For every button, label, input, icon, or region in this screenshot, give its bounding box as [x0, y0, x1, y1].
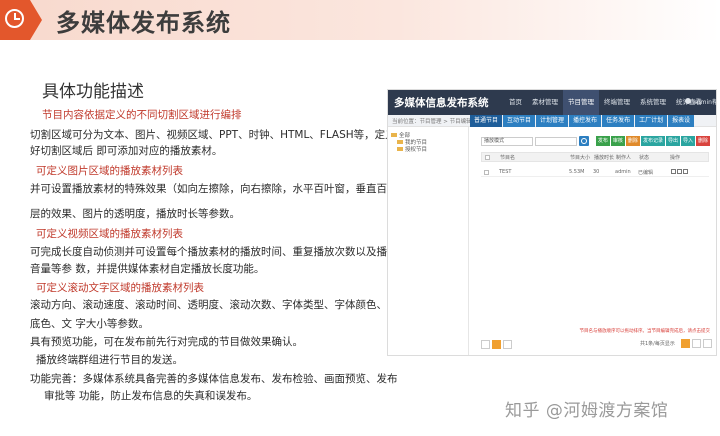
panel-divider: [468, 127, 469, 355]
feature-text: 具有预览功能，可在发布前先行对完成的节目做效果确认。: [30, 336, 303, 348]
pager-info: 共1条/每页显示: [640, 341, 675, 347]
feature-text: 可完成长度自动侦测并可设置每个播放素材的播放时间、重复播放次数以及播放的: [30, 246, 408, 258]
user-name: admin: [693, 99, 712, 106]
delete-button[interactable]: 删除: [625, 136, 640, 146]
feature-heading: 可定义滚动文字区域的播放素材列表: [36, 282, 204, 294]
publish-button[interactable]: 发布: [595, 136, 610, 146]
cell-duration: 30: [593, 169, 600, 175]
select-all-checkbox[interactable]: [485, 155, 490, 160]
page-title: 多媒体发布系统: [56, 9, 231, 37]
import-button[interactable]: 导入: [680, 136, 695, 146]
remove-button[interactable]: 删除: [695, 136, 710, 146]
header-logo-tab: [0, 0, 42, 40]
page-size-button[interactable]: [703, 339, 712, 348]
col-duration: 播放时长: [594, 155, 615, 161]
app-name: 多媒体信息发布系统: [394, 97, 489, 109]
program-tabs: 普通节目 互动节目 计划管理 播控发布 任务发布 工厂计划 报表设: [470, 115, 695, 127]
prev-page-button[interactable]: [481, 340, 490, 349]
user-menu[interactable]: admin: [685, 98, 712, 106]
feature-text: 滚动方向、滚动速度、滚动时间、透明度、滚动次数、字体类型、字体颜色、字幕: [30, 299, 408, 311]
pager-left: [481, 340, 514, 349]
feature-text: 播放终端群组进行节目的发送。: [36, 354, 183, 366]
feature-text: 底色、文 字大小等参数。: [30, 318, 149, 330]
feature-text: 审批等 功能，防止发布信息的失真和误发布。: [44, 390, 258, 402]
clock-icon: [5, 9, 24, 28]
feature-text: 功能完善：多媒体系统具备完善的多媒体信息发布、发布检验、画面预览、发布: [30, 373, 398, 385]
review-button[interactable]: 审核: [610, 136, 625, 146]
menu-item-system[interactable]: 系统管理: [635, 90, 671, 115]
tab-report[interactable]: 报表设: [668, 115, 695, 127]
app-screenshot: 多媒体信息发布系统 首页 素材管理 节目管理 终端管理 系统管理 统计查看 帮助…: [387, 89, 717, 356]
col-size: 节目大小: [570, 155, 591, 161]
tree-item-all[interactable]: 全部: [391, 133, 467, 140]
search-button[interactable]: [579, 136, 589, 146]
tab-normal-program[interactable]: 普通节目: [470, 115, 503, 127]
tab-factory-plan[interactable]: 工厂计划: [635, 115, 668, 127]
feature-text: 切割区域可分为文本、图片、视频区域、PPT、时钟、HTML、FLASH等，定义: [30, 129, 396, 141]
tree-item-mine[interactable]: 我的节目: [391, 140, 467, 147]
folder-icon: [391, 133, 397, 137]
program-tree: 全部 我的节目 授权节目: [391, 133, 467, 154]
col-actions: 操作: [670, 155, 681, 161]
page-size-button[interactable]: [692, 339, 701, 348]
folder-icon: [397, 147, 403, 151]
edit-icon[interactable]: [671, 169, 676, 174]
col-author: 制作人: [616, 155, 632, 161]
tree-item-authorized[interactable]: 授权节目: [391, 147, 467, 154]
cell-status: 已编辑: [638, 170, 654, 176]
feature-text: 并可设置播放素材的特殊效果（如向左擦除，向右擦除，水平百叶窗，垂直百叶窗等），图: [30, 183, 445, 195]
tab-plan[interactable]: 计划管理: [536, 115, 569, 127]
menu-item-home[interactable]: 首页: [504, 90, 527, 115]
grid-header: 节目名 节目大小 播放时长 制作人 状态 操作: [481, 152, 709, 162]
tab-broadcast-publish[interactable]: 播控发布: [569, 115, 602, 127]
user-icon: [685, 98, 692, 104]
search-input[interactable]: [535, 137, 577, 146]
col-status: 状态: [639, 155, 650, 161]
current-page-button[interactable]: [492, 340, 501, 349]
cell-size: 5.53M: [569, 169, 585, 175]
table-row[interactable]: TEST 5.53M 30 admin 已编辑: [481, 168, 709, 177]
watermark: 知乎 @河姆渡方案馆: [505, 401, 669, 421]
feature-heading: 节目内容依据定义的不同切割区域进行编排: [42, 109, 242, 121]
next-page-button[interactable]: [503, 340, 512, 349]
delete-icon[interactable]: [683, 169, 688, 174]
breadcrumb: 当前位置：节目管理 > 节目编辑: [392, 119, 472, 125]
page-size-button[interactable]: [681, 339, 690, 348]
feature-heading: 可定义视频区域的播放素材列表: [36, 228, 183, 240]
mode-select[interactable]: 播放模式: [481, 137, 533, 146]
row-action-icons: [671, 169, 689, 174]
col-name: 节目名: [500, 155, 516, 161]
menu-item-terminals[interactable]: 终端管理: [599, 90, 635, 115]
tab-interactive-program[interactable]: 互动节目: [503, 115, 536, 127]
pager-right: [679, 339, 712, 348]
menu-item-programs[interactable]: 节目管理: [563, 90, 599, 115]
tab-task-publish[interactable]: 任务发布: [602, 115, 635, 127]
menu-item-materials[interactable]: 素材管理: [527, 90, 563, 115]
export-button[interactable]: 导出: [665, 136, 680, 146]
feature-heading: 可定义图片区域的播放素材列表: [36, 165, 183, 177]
publish-log-button[interactable]: 发布记录: [640, 136, 665, 146]
cell-name: TEST: [499, 169, 512, 175]
action-buttons: 发布 审核 删除 发布记录 导出 导入 删除: [595, 136, 710, 146]
feature-text: 音量等参 数，并提供媒体素材自定播放长度功能。: [30, 263, 265, 275]
app-top-bar: 多媒体信息发布系统 首页 素材管理 节目管理 终端管理 系统管理 统计查看 帮助…: [388, 90, 716, 115]
folder-icon: [397, 140, 403, 144]
feature-text: 好切割区域后 即可添加对应的播放素材。: [30, 145, 223, 157]
row-checkbox[interactable]: [484, 170, 489, 175]
copy-icon[interactable]: [677, 169, 682, 174]
cell-author: admin: [615, 169, 631, 175]
section-title: 具体功能描述: [42, 82, 144, 102]
sort-notice: 节目名与播放顺序可以拖动排序。当节目编辑完成后，请点击提交: [579, 329, 711, 334]
feature-text: 层的效果、图片的透明度，播放时长等参数。: [30, 208, 240, 220]
